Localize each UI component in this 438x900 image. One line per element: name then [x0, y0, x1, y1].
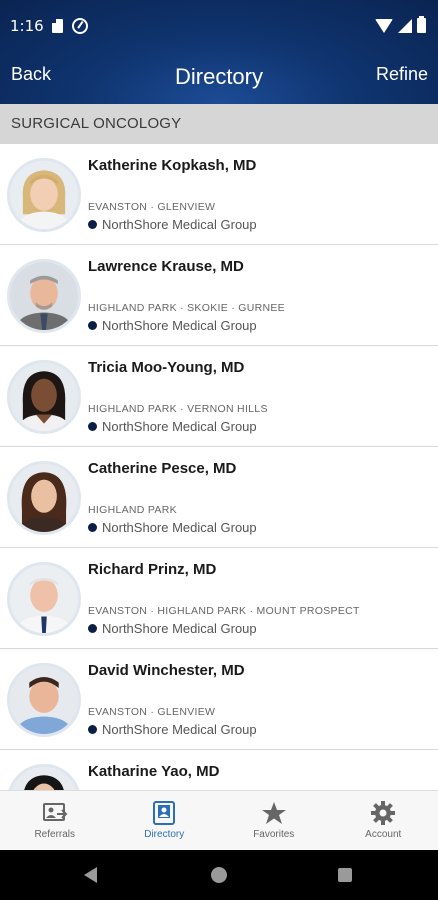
- doctor-row[interactable]: Katharine Yao, MD: [0, 750, 438, 790]
- tab-directory[interactable]: Directory: [110, 791, 220, 850]
- app-header-background: 1:16 Back Directory Refine: [0, 0, 438, 104]
- group-dot-icon: [88, 523, 97, 532]
- portrait-icon: [10, 565, 78, 633]
- group-dot-icon: [88, 220, 97, 229]
- doctor-row[interactable]: Richard Prinz, MD EVANSTON · HIGHLAND PA…: [0, 548, 438, 649]
- doctor-name: Katherine Kopkash, MD: [88, 157, 257, 174]
- doctor-photo: [7, 663, 81, 737]
- doctor-row[interactable]: Catherine Pesce, MD HIGHLAND PARK NorthS…: [0, 447, 438, 548]
- doctor-list[interactable]: Katherine Kopkash, MD EVANSTON · GLENVIE…: [0, 144, 438, 790]
- directory-icon: [153, 801, 176, 825]
- tab-label: Account: [365, 829, 402, 840]
- doctor-group: NorthShore Medical Group: [88, 722, 257, 737]
- doctor-locations: EVANSTON · GLENVIEW: [88, 201, 216, 213]
- bottom-tab-bar: Referrals Directory Favorites Account: [0, 790, 438, 850]
- doctor-photo: [7, 158, 81, 232]
- doctor-locations: HIGHLAND PARK · SKOKIE · GURNEE: [88, 302, 285, 314]
- referrals-icon: [42, 803, 68, 821]
- wifi-icon: [375, 19, 393, 33]
- status-time: 1:16: [10, 17, 44, 35]
- status-bar: 1:16: [0, 0, 438, 52]
- doctor-locations: EVANSTON · GLENVIEW: [88, 706, 216, 718]
- portrait-icon: [10, 161, 78, 229]
- group-dot-icon: [88, 624, 97, 633]
- doctor-photo: [7, 461, 81, 535]
- doctor-name: David Winchester, MD: [88, 662, 245, 679]
- portrait-icon: [10, 262, 78, 330]
- tab-label: Referrals: [34, 829, 76, 840]
- group-dot-icon: [88, 725, 97, 734]
- group-label: NorthShore Medical Group: [102, 520, 257, 535]
- doctor-group: NorthShore Medical Group: [88, 621, 257, 636]
- doctor-name: Katharine Yao, MD: [88, 763, 220, 780]
- tab-label: Favorites: [253, 829, 295, 840]
- doctor-name: Lawrence Krause, MD: [88, 258, 244, 275]
- doctor-row[interactable]: Tricia Moo-Young, MD HIGHLAND PARK · VER…: [0, 346, 438, 447]
- group-dot-icon: [88, 422, 97, 431]
- doctor-locations: EVANSTON · HIGHLAND PARK · MOUNT PROSPEC…: [88, 605, 360, 617]
- doctor-photo: [7, 562, 81, 636]
- group-label: NorthShore Medical Group: [102, 217, 257, 232]
- doctor-locations: HIGHLAND PARK · VERNON HILLS: [88, 403, 268, 415]
- portrait-icon: [10, 767, 78, 790]
- sd-card-icon: [52, 19, 63, 33]
- group-label: NorthShore Medical Group: [102, 621, 257, 636]
- nav-home-icon[interactable]: [211, 867, 227, 883]
- doctor-row[interactable]: Katherine Kopkash, MD EVANSTON · GLENVIE…: [0, 144, 438, 245]
- doctor-row[interactable]: David Winchester, MD EVANSTON · GLENVIEW…: [0, 649, 438, 750]
- doctor-name: Catherine Pesce, MD: [88, 460, 237, 477]
- doctor-name: Tricia Moo-Young, MD: [88, 359, 245, 376]
- doctor-group: NorthShore Medical Group: [88, 217, 257, 232]
- portrait-icon: [10, 363, 78, 431]
- gear-icon: [371, 801, 396, 825]
- nav-back-icon[interactable]: [84, 867, 97, 883]
- doctor-group: NorthShore Medical Group: [88, 419, 257, 434]
- doctor-group: NorthShore Medical Group: [88, 520, 257, 535]
- page-title: Directory: [174, 64, 263, 89]
- portrait-icon: [10, 464, 78, 532]
- doctor-group: NorthShore Medical Group: [88, 318, 257, 333]
- tab-favorites[interactable]: Favorites: [219, 791, 329, 850]
- nav-header: Back Directory Refine: [0, 52, 438, 104]
- group-dot-icon: [88, 321, 97, 330]
- doctor-photo: [7, 764, 81, 790]
- nav-recents-icon[interactable]: [338, 868, 352, 882]
- refine-button[interactable]: Refine: [376, 64, 428, 85]
- tab-label: Directory: [144, 829, 185, 840]
- tab-referrals[interactable]: Referrals: [0, 791, 110, 850]
- sync-icon: [72, 18, 88, 34]
- doctor-row[interactable]: Lawrence Krause, MD HIGHLAND PARK · SKOK…: [0, 245, 438, 346]
- system-nav-bar: [0, 850, 438, 900]
- doctor-photo: [7, 259, 81, 333]
- section-header: SURGICAL ONCOLOGY: [0, 104, 438, 144]
- tab-account[interactable]: Account: [329, 791, 438, 850]
- portrait-icon: [10, 666, 78, 734]
- battery-icon: [417, 16, 426, 33]
- doctor-photo: [7, 360, 81, 434]
- group-label: NorthShore Medical Group: [102, 722, 257, 737]
- cell-signal-icon: [398, 19, 412, 33]
- group-label: NorthShore Medical Group: [102, 318, 257, 333]
- doctor-locations: HIGHLAND PARK: [88, 504, 177, 516]
- group-label: NorthShore Medical Group: [102, 419, 257, 434]
- doctor-name: Richard Prinz, MD: [88, 561, 217, 578]
- status-icons: [375, 16, 426, 33]
- star-icon: [261, 802, 286, 824]
